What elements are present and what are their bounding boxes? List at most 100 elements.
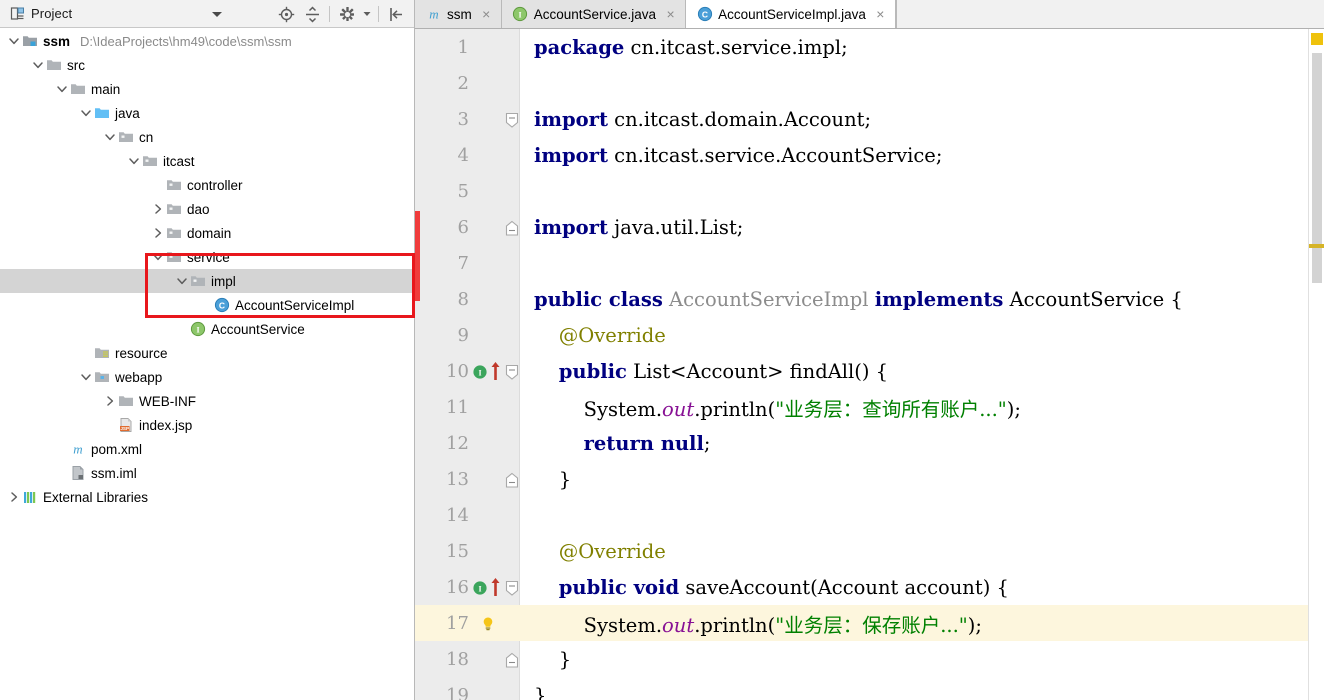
editor-tab-label: AccountService.java bbox=[533, 6, 657, 22]
chevron-down-icon[interactable] bbox=[78, 365, 93, 389]
implementing-method-icon[interactable]: I bbox=[472, 578, 488, 601]
chevron-down-icon[interactable] bbox=[102, 125, 117, 149]
code-token: public void bbox=[558, 575, 680, 599]
gear-dropdown-arrow-icon[interactable] bbox=[361, 2, 373, 26]
editor-tab-accountserviceimpl-java[interactable]: C AccountServiceImpl.java × bbox=[686, 0, 896, 28]
chevron-down-icon[interactable] bbox=[6, 29, 21, 53]
code-line[interactable]: 1 package cn.itcast.service.impl; bbox=[415, 29, 1324, 65]
gear-icon[interactable] bbox=[335, 2, 359, 26]
chevron-right-icon[interactable] bbox=[150, 197, 165, 221]
svg-text:I: I bbox=[196, 325, 199, 334]
code-line[interactable]: 12 return null; bbox=[415, 425, 1324, 461]
crosshair-target-icon[interactable] bbox=[274, 2, 298, 26]
chevron-down-icon[interactable] bbox=[212, 12, 222, 17]
code-line[interactable]: 18 } bbox=[415, 641, 1324, 677]
tree-row-cn[interactable]: cn bbox=[0, 125, 414, 149]
tree-row-service[interactable]: service bbox=[0, 245, 414, 269]
project-file-tree[interactable]: ssm D:\IdeaProjects\hm49\code\ssm\ssm src m… bbox=[0, 29, 414, 700]
chevron-down-icon[interactable] bbox=[54, 77, 69, 101]
tree-row-impl[interactable]: impl bbox=[0, 269, 414, 293]
editor-tab-label: ssm bbox=[447, 6, 472, 22]
tree-row-itcast[interactable]: itcast bbox=[0, 149, 414, 173]
tree-row-java[interactable]: java bbox=[0, 101, 414, 125]
code-line[interactable]: 11 System.out.println("业务层：查询所有账户..."); bbox=[415, 389, 1324, 425]
editor-tab-ssm[interactable]: m ssm × bbox=[415, 0, 502, 28]
code-line[interactable]: 15 @Override bbox=[415, 533, 1324, 569]
tree-row-ssm[interactable]: ssm D:\IdeaProjects\hm49\code\ssm\ssm bbox=[0, 29, 414, 53]
hide-left-panel-icon[interactable] bbox=[384, 2, 408, 26]
chevron-right-icon[interactable] bbox=[6, 485, 21, 509]
tree-row-external-libraries[interactable]: External Libraries bbox=[0, 485, 414, 509]
fold-collapse-start[interactable] bbox=[505, 569, 521, 605]
chevron-down-icon[interactable] bbox=[126, 149, 141, 173]
code-token: } bbox=[534, 683, 547, 700]
chevron-right-icon[interactable] bbox=[150, 221, 165, 245]
gutter-marker-slot bbox=[471, 425, 505, 461]
code-line[interactable]: 10 I public List<Account> findAll() { bbox=[415, 353, 1324, 389]
tree-row-accountserviceimpl[interactable]: C AccountServiceImpl bbox=[0, 293, 414, 317]
tree-row-accountservice[interactable]: I AccountService bbox=[0, 317, 414, 341]
chevron-right-icon[interactable] bbox=[102, 389, 117, 413]
close-icon[interactable]: × bbox=[664, 7, 677, 21]
tree-row-domain[interactable]: domain bbox=[0, 221, 414, 245]
code-token: "业务层：查询所有账户..." bbox=[775, 397, 1007, 421]
tree-row-pom-xml[interactable]: m pom.xml bbox=[0, 437, 414, 461]
editor-tab-bar-filler bbox=[895, 0, 1324, 28]
toolbar-divider-2 bbox=[378, 6, 379, 22]
svg-text:I: I bbox=[478, 368, 481, 377]
code-line[interactable]: 16 I public void saveAccount(Account acco… bbox=[415, 569, 1324, 605]
fold-collapse-end[interactable] bbox=[505, 641, 521, 677]
tree-row-src[interactable]: src bbox=[0, 53, 414, 77]
tree-row-webapp[interactable]: webapp bbox=[0, 365, 414, 389]
code-line[interactable]: 5 bbox=[415, 173, 1324, 209]
code-line[interactable]: 8 public class AccountServiceImpl impleme… bbox=[415, 281, 1324, 317]
tree-row-resource[interactable]: resource bbox=[0, 341, 414, 365]
code-line[interactable]: 7 bbox=[415, 245, 1324, 281]
code-line[interactable]: 3 import cn.itcast.domain.Account; bbox=[415, 101, 1324, 137]
fold-collapse-end[interactable] bbox=[505, 461, 521, 497]
editor-marker-scrollbar[interactable] bbox=[1308, 29, 1324, 700]
folder-icon bbox=[117, 389, 135, 413]
code-line[interactable]: 9 @Override bbox=[415, 317, 1324, 353]
fold-collapse-start[interactable] bbox=[505, 353, 521, 389]
chevron-down-icon[interactable] bbox=[78, 101, 93, 125]
code-editor[interactable]: 1 package cn.itcast.service.impl; 2 3 import… bbox=[415, 29, 1324, 700]
code-token: List<Account> findAll() { bbox=[633, 359, 889, 383]
code-token: cn.itcast.domain.Account; bbox=[614, 107, 872, 131]
code-line[interactable]: 4 import cn.itcast.service.AccountService… bbox=[415, 137, 1324, 173]
code-line[interactable]: 14 bbox=[415, 497, 1324, 533]
tree-row-label: AccountService bbox=[211, 321, 305, 337]
fold-collapse-end[interactable] bbox=[505, 209, 521, 245]
code-token: AccountService { bbox=[1009, 287, 1183, 311]
tree-row-ssm-iml[interactable]: ssm.iml bbox=[0, 461, 414, 485]
editor-tab-accountservice-java[interactable]: I AccountService.java × bbox=[501, 0, 687, 28]
tree-row-label: java bbox=[115, 105, 140, 121]
warning-marker[interactable] bbox=[1311, 33, 1323, 45]
code-line[interactable]: 13 } bbox=[415, 461, 1324, 497]
tree-row-main[interactable]: main bbox=[0, 77, 414, 101]
collapse-all-icon[interactable] bbox=[300, 2, 324, 26]
chevron-down-icon[interactable] bbox=[150, 245, 165, 269]
gutter-marker-slot bbox=[471, 533, 505, 569]
code-line[interactable]: 19} bbox=[415, 677, 1324, 700]
chevron-down-icon[interactable] bbox=[30, 53, 45, 77]
tree-row-web-inf[interactable]: WEB-INF bbox=[0, 389, 414, 413]
code-token: System. bbox=[583, 613, 663, 637]
intention-bulb-icon[interactable] bbox=[480, 614, 496, 637]
tree-row-index-jsp[interactable]: JSP index.jsp bbox=[0, 413, 414, 437]
vertical-scrollbar-thumb[interactable] bbox=[1312, 53, 1322, 283]
close-icon[interactable]: × bbox=[480, 7, 493, 21]
resource-root-folder-icon bbox=[93, 341, 111, 365]
tree-row-controller[interactable]: controller bbox=[0, 173, 414, 197]
tree-row-dao[interactable]: dao bbox=[0, 197, 414, 221]
code-text: } bbox=[521, 684, 546, 700]
code-line[interactable]: 17 System.out.println("业务层：保存账户..."); bbox=[415, 605, 1324, 641]
fold-collapse-start[interactable] bbox=[505, 101, 521, 137]
code-line[interactable]: 2 bbox=[415, 65, 1324, 101]
code-line[interactable]: 6 import java.util.List; bbox=[415, 209, 1324, 245]
close-icon[interactable]: × bbox=[874, 7, 887, 21]
code-token: implements bbox=[874, 287, 1004, 311]
chevron-down-icon[interactable] bbox=[174, 269, 189, 293]
implementing-method-icon[interactable]: I bbox=[472, 362, 488, 385]
